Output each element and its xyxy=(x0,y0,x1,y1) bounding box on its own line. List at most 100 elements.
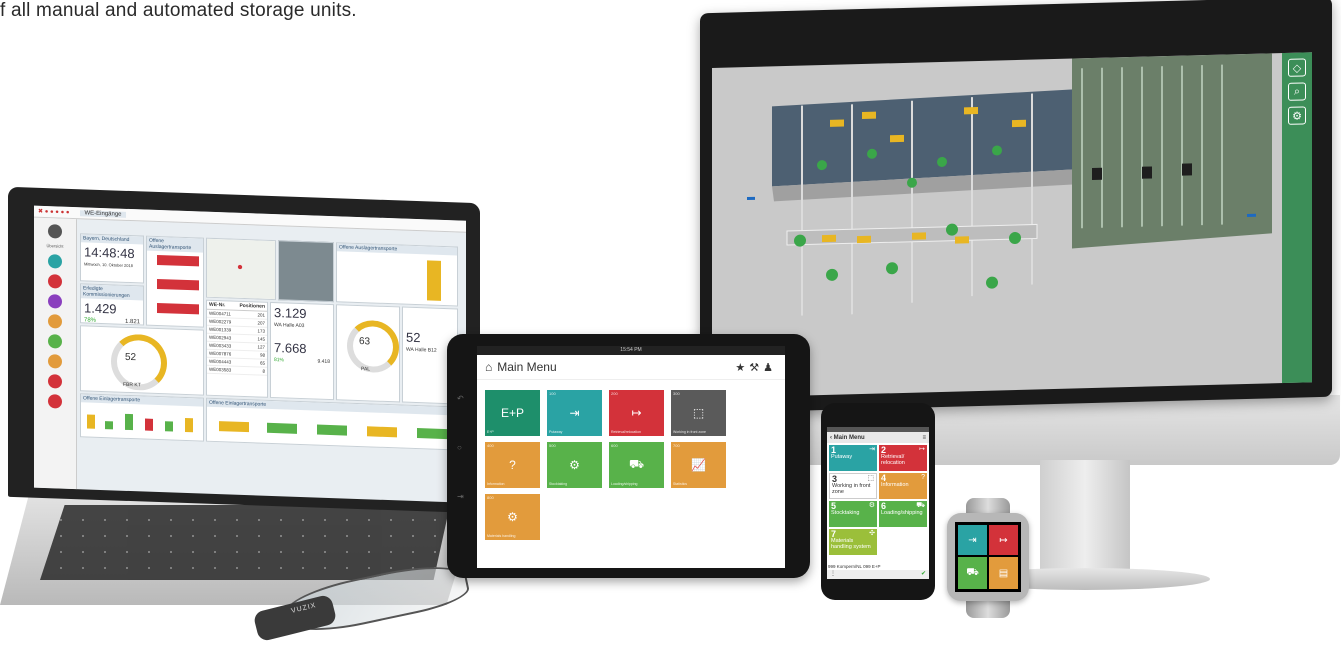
menu-tile[interactable]: 100 ⇥ Putaway xyxy=(547,390,602,436)
truck-icon[interactable]: ⛟ xyxy=(958,557,987,589)
table-cell: 127 xyxy=(257,344,265,350)
table-cell: WE001339 xyxy=(209,326,232,333)
nav-picking-icon[interactable] xyxy=(48,294,62,309)
wrench-icon[interactable]: ⚒ xyxy=(749,362,763,374)
table-cell: 98 xyxy=(259,352,265,358)
clock-tile: Bayern, Deutschland 14:48:48 Mittwoch, 1… xyxy=(80,233,144,284)
map-pin-icon: ● xyxy=(237,261,244,273)
phone-menu-tile[interactable]: 6 ⛟ Loading/shipping xyxy=(879,501,927,527)
tile-icon: ? xyxy=(921,474,925,481)
retrieval-icon[interactable]: ↦ xyxy=(989,525,1018,555)
tile-icon: ? xyxy=(509,458,516,472)
intro-caption: f all manual and automated storage units… xyxy=(0,0,357,21)
menu-tile[interactable]: 200 ↦ Retrieval/relocation xyxy=(609,390,664,436)
nav-shipping-icon[interactable] xyxy=(48,374,62,389)
table-cell: 173 xyxy=(257,328,265,334)
tile-icon: 📈 xyxy=(691,458,706,472)
column-header: Positionen xyxy=(239,302,265,310)
tile-number: 700 xyxy=(673,443,680,448)
back-icon[interactable]: ↶ xyxy=(457,394,464,403)
tile-icon: ✣ xyxy=(869,530,875,537)
table-cell: 201 xyxy=(257,312,265,318)
phone-menu-tile[interactable]: 5 ⚙ Stocktaking xyxy=(829,501,877,527)
tile-icon: E+P xyxy=(500,406,524,420)
tile-label: Information xyxy=(881,482,909,489)
kpi-value: 3.129 xyxy=(274,305,307,322)
tile-caption: Putaway xyxy=(549,430,563,434)
laptop: ✖ ● ● ● ● ● WE-Eingänge Übersicht Bayern… xyxy=(8,186,480,514)
nav-retrieval-icon[interactable] xyxy=(48,274,62,289)
phone-menu-tile[interactable]: 4? Information xyxy=(879,473,927,499)
kpi-progress: 78% 1.821 xyxy=(84,317,140,326)
home-button-icon[interactable]: ○ xyxy=(457,443,464,452)
checkmark-icon[interactable]: ✔ xyxy=(921,570,926,577)
menu-tile[interactable]: 400? Information xyxy=(485,442,540,488)
chart-icon[interactable]: ▤ xyxy=(989,557,1018,589)
more-icon[interactable]: ⋮ xyxy=(830,570,836,577)
tablet-side-buttons: ↶ ○ ⇥ xyxy=(457,394,464,501)
shipping-kpi-tile: 3.129 WA Halle A03 7.668 81% 9.418 xyxy=(270,301,334,401)
watch-screen: ⇥ ↦ ⛟ ▤ xyxy=(955,522,1021,592)
menu-tile[interactable]: 700 📈 Statistics xyxy=(671,442,726,488)
home-icon[interactable]: ⌂ xyxy=(485,360,492,374)
table-cell: WE007876 xyxy=(209,350,232,357)
map-tile[interactable]: ● xyxy=(206,237,276,301)
menu-tile[interactable]: 600 ⛟ Loading/shipping xyxy=(609,442,664,488)
smartphone: ‹ Main Menu ≡ 1 ⇥ Putaway 2 ↦ Retrieval/ relo… xyxy=(821,403,935,600)
tile-label: Working in front zone xyxy=(832,483,871,496)
menu-tile[interactable]: 300 ⬚ Working in front zone xyxy=(671,390,726,436)
header-actions: ★⚒♟ xyxy=(735,361,777,374)
tile-label: Loading/shipping xyxy=(881,510,923,517)
open-retrieval-chart: Offene Auslagertransporte xyxy=(146,235,204,328)
clock-time: 14:48:48 xyxy=(84,244,135,262)
goods-in-table: WE-Nr. Positionen WE004711 201 WE002279 207… xyxy=(206,299,268,398)
menu-tile[interactable]: 800 ⚙ Materials handling xyxy=(485,494,540,540)
menu-tile[interactable]: E+P E+P xyxy=(485,390,540,436)
tile-number: 300 xyxy=(673,391,680,396)
table-cell: WE004711 xyxy=(209,310,231,317)
putaway-bars xyxy=(87,413,193,433)
nav-inventory-icon[interactable] xyxy=(48,314,62,329)
chart-title: Offene Auslagertransporte xyxy=(337,243,457,256)
phone-bottom-bar: ⋮ ✔ xyxy=(827,570,929,579)
monitor-stand xyxy=(1040,460,1130,580)
table-cell: 8 xyxy=(262,368,265,374)
tile-number: 200 xyxy=(611,391,618,396)
tile-caption: Loading/shipping xyxy=(611,482,638,486)
phone-header: ‹ Main Menu ≡ xyxy=(827,432,929,443)
dashboard-toolbar: ✖ ● ● ● ● ● WE-Eingänge xyxy=(34,205,466,233)
hamburger-icon[interactable]: ≡ xyxy=(922,435,926,441)
star-icon[interactable]: ★ xyxy=(735,362,749,374)
table-cell: 207 xyxy=(257,320,265,326)
nav-overview-icon[interactable] xyxy=(48,224,62,239)
nav-goods-in-icon[interactable] xyxy=(48,254,62,269)
tile-caption: Statistics xyxy=(673,482,688,486)
menu-tile[interactable]: 500 ⚙ Stocktaking xyxy=(547,442,602,488)
phone-menu-tile[interactable]: 3 ⬚ Working in front zone xyxy=(829,473,877,499)
tile-label: Putaway xyxy=(831,454,853,461)
dashboard-tab[interactable]: WE-Eingänge xyxy=(80,209,126,218)
kpi-label: WA Halle A03 xyxy=(274,322,305,330)
phone-menu-tile[interactable]: 2 ↦ Retrieval/ relocation xyxy=(879,445,927,471)
tablet-header: ⌂ Main Menu ★⚒♟ xyxy=(477,355,785,380)
dashboard-screen: ✖ ● ● ● ● ● WE-Eingänge Übersicht Bayern… xyxy=(34,205,466,503)
user-icon[interactable]: ♟ xyxy=(763,362,777,374)
table-row[interactable]: WE003583 8 xyxy=(207,365,267,376)
nav-info-icon[interactable] xyxy=(48,354,62,369)
table-cell: WE003433 xyxy=(209,342,232,349)
cube-icon[interactable]: ◇ xyxy=(1288,58,1306,77)
menu-icon[interactable]: ⇥ xyxy=(457,492,464,501)
gauge-label: PAL xyxy=(361,366,371,373)
nav-stock-icon[interactable] xyxy=(48,334,62,349)
phone-menu-tile[interactable]: 7 ✣ Materials handling system xyxy=(829,529,877,555)
putaway-icon[interactable]: ⇥ xyxy=(958,525,987,555)
page-title: Main Menu xyxy=(833,434,865,441)
camera-tile[interactable] xyxy=(278,240,334,303)
nav-picking2-icon[interactable] xyxy=(48,394,62,409)
settings-icon[interactable]: ⚙ xyxy=(1288,106,1306,125)
toolbar-icons[interactable]: ✖ ● ● ● ● ● xyxy=(38,208,69,216)
tablet: ↶ ○ ⇥ 15:54 PM ⌂ Main Menu ★⚒♟ E+P E+P 100… xyxy=(447,334,810,578)
chart-title: Offene Auslagertransporte xyxy=(147,236,203,253)
phone-menu-tile[interactable]: 1 ⇥ Putaway xyxy=(829,445,877,471)
magnifier-icon[interactable]: ⌕ xyxy=(1288,82,1306,101)
